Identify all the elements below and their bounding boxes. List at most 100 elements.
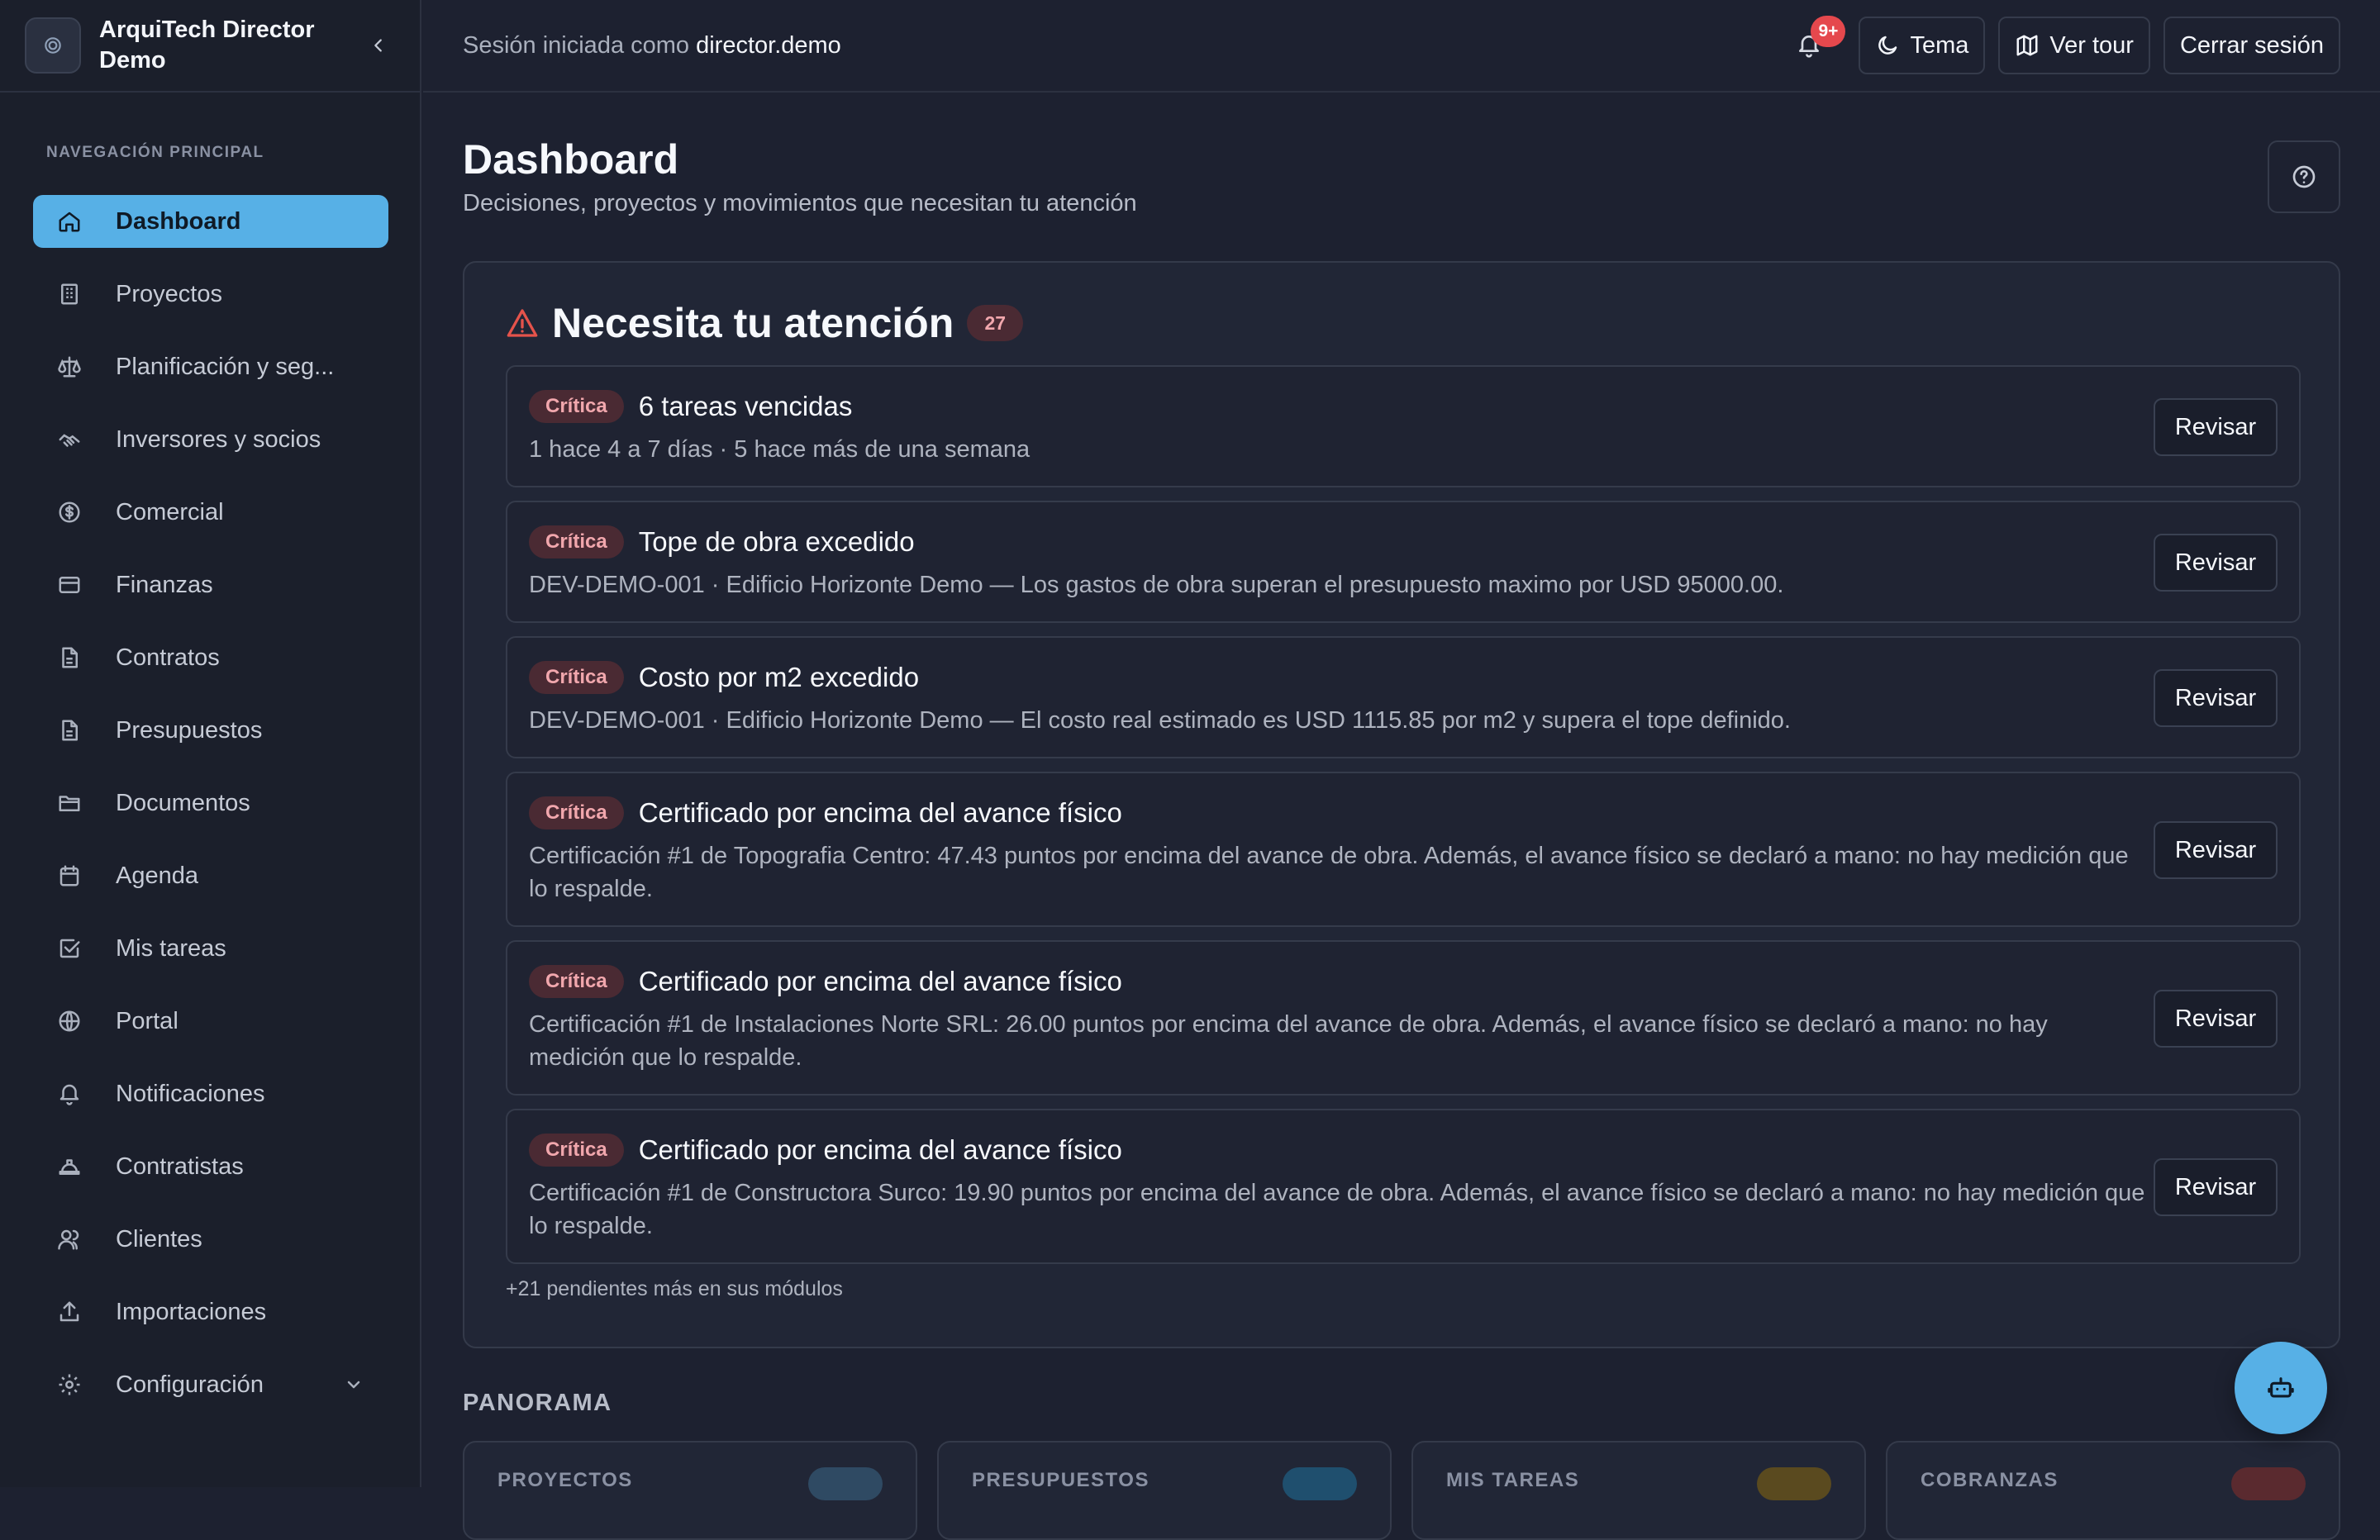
- brand-header: ArquiTech Director Demo: [0, 0, 420, 93]
- session-user: director.demo: [696, 31, 841, 59]
- sidebar-item-label: Documentos: [116, 789, 250, 816]
- main-navigation: Dashboard Proyectos Planificación y seg.…: [33, 195, 388, 1431]
- sidebar-item-planificacion[interactable]: Planificación y seg...: [33, 340, 388, 393]
- hard-hat-icon: [56, 1153, 83, 1180]
- alert-header: Crítica Certificado por encima del avanc…: [529, 796, 1122, 829]
- document-icon: [56, 644, 83, 671]
- attention-count-badge: 27: [967, 305, 1024, 341]
- sidebar-item-contratistas[interactable]: Contratistas: [33, 1140, 388, 1193]
- sidebar-item-proyectos[interactable]: Proyectos: [33, 268, 388, 321]
- alert-header: Crítica Certificado por encima del avanc…: [529, 1134, 1122, 1167]
- review-button[interactable]: Revisar: [2154, 1158, 2278, 1216]
- page-subtitle: Decisiones, proyectos y movimientos que …: [463, 190, 1137, 216]
- review-button[interactable]: Revisar: [2154, 534, 2278, 592]
- stat-card-mis-tareas[interactable]: MIS TAREAS: [1411, 1441, 1866, 1540]
- severity-badge: Crítica: [529, 965, 624, 998]
- sidebar-item-label: Dashboard: [116, 207, 241, 235]
- brand-logo-icon: [25, 17, 81, 74]
- notifications-badge: 9+: [1811, 16, 1846, 47]
- nav-section-title: NAVEGACIÓN PRINCIPAL: [46, 144, 264, 161]
- sidebar-item-label: Mis tareas: [116, 934, 226, 962]
- sidebar-item-mis-tareas[interactable]: Mis tareas: [33, 922, 388, 975]
- alert-description: Certificación #1 de Constructora Surco: …: [529, 1180, 2145, 1239]
- help-button[interactable]: [2268, 140, 2340, 213]
- alert-description: DEV-DEMO-001 · Edificio Horizonte Demo —…: [529, 707, 1791, 734]
- sidebar-item-configuracion[interactable]: Configuración: [33, 1358, 388, 1411]
- sidebar-item-comercial[interactable]: Comercial: [33, 486, 388, 539]
- credit-card-icon: [56, 572, 83, 598]
- sidebar-item-documentos[interactable]: Documentos: [33, 777, 388, 829]
- alert-header: Crítica Costo por m2 excedido: [529, 661, 919, 694]
- sidebar-item-presupuestos[interactable]: Presupuestos: [33, 704, 388, 757]
- alert-header: Crítica Tope de obra excedido: [529, 525, 915, 558]
- stat-card-icon: [1757, 1467, 1831, 1500]
- review-button[interactable]: Revisar: [2154, 398, 2278, 456]
- stat-card-label: MIS TAREAS: [1446, 1469, 1580, 1491]
- collapse-sidebar-button[interactable]: [362, 29, 395, 62]
- alert-description: DEV-DEMO-001 · Edificio Horizonte Demo —…: [529, 572, 1784, 598]
- chevron-left-icon: [374, 39, 382, 52]
- sidebar-item-label: Configuración: [116, 1371, 264, 1398]
- gear-icon: [56, 1371, 83, 1398]
- sidebar-item-finanzas[interactable]: Finanzas: [33, 558, 388, 611]
- alert-title: 6 tareas vencidas: [638, 391, 853, 421]
- review-button[interactable]: Revisar: [2154, 821, 2278, 879]
- top-actions: 9+ Tema Ver tour Cerrar sesión: [1784, 16, 2340, 74]
- sidebar-item-notificaciones[interactable]: Notificaciones: [33, 1067, 388, 1120]
- sidebar-item-importaciones[interactable]: Importaciones: [33, 1286, 388, 1338]
- sidebar-item-label: Inversores y socios: [116, 425, 321, 453]
- session-info: Sesión iniciada como director.demo: [463, 32, 841, 59]
- sidebar-item-label: Contratos: [116, 644, 220, 671]
- sidebar-item-dashboard[interactable]: Dashboard: [33, 195, 388, 248]
- alert-item: Crítica Certificado por encima del avanc…: [506, 1109, 2301, 1264]
- help-circle-icon: [2292, 165, 2316, 188]
- calendar-icon: [56, 863, 83, 889]
- review-button[interactable]: Revisar: [2154, 990, 2278, 1048]
- moon-icon: [1875, 33, 1900, 58]
- stat-card-icon: [2231, 1467, 2306, 1500]
- sidebar-item-label: Agenda: [116, 862, 198, 889]
- sidebar-item-label: Portal: [116, 1007, 178, 1034]
- severity-badge: Crítica: [529, 661, 624, 694]
- sidebar-item-portal[interactable]: Portal: [33, 995, 388, 1048]
- stat-card-label: PROYECTOS: [497, 1469, 633, 1491]
- theme-button[interactable]: Tema: [1859, 17, 1986, 74]
- severity-badge: Crítica: [529, 796, 624, 829]
- stat-card-presupuestos[interactable]: PRESUPUESTOS: [937, 1441, 1392, 1540]
- session-prefix: Sesión iniciada como: [463, 31, 690, 59]
- sidebar-item-label: Comercial: [116, 498, 224, 525]
- assistant-bot-button[interactable]: [2235, 1342, 2327, 1434]
- upload-icon: [56, 1299, 83, 1325]
- notifications-button[interactable]: 9+: [1784, 16, 1846, 70]
- stat-card-proyectos[interactable]: PROYECTOS: [463, 1441, 917, 1540]
- sidebar-item-inversores[interactable]: Inversores y socios: [33, 413, 388, 466]
- building-icon: [56, 281, 83, 307]
- alert-item: Crítica Certificado por encima del avanc…: [506, 940, 2301, 1096]
- alert-header: Crítica Certificado por encima del avanc…: [529, 965, 1122, 998]
- panorama-title: PANORAMA: [463, 1390, 612, 1416]
- sidebar-item-agenda[interactable]: Agenda: [33, 849, 388, 902]
- tour-button[interactable]: Ver tour: [1998, 17, 2150, 74]
- theme-label: Tema: [1910, 31, 1969, 59]
- sidebar-item-clientes[interactable]: Clientes: [33, 1213, 388, 1266]
- severity-badge: Crítica: [529, 390, 624, 423]
- sidebar-item-label: Contratistas: [116, 1153, 244, 1180]
- alert-description: 1 hace 4 a 7 días · 5 hace más de una se…: [529, 436, 1031, 463]
- folder-icon: [56, 790, 83, 816]
- document-icon: [56, 717, 83, 744]
- sidebar-item-contratos[interactable]: Contratos: [33, 631, 388, 684]
- dollar-circle-icon: [56, 499, 83, 525]
- attention-panel: Necesita tu atención 27 Crítica 6 tareas…: [463, 261, 2340, 1348]
- stat-card-cobranzas[interactable]: COBRANZAS: [1886, 1441, 2340, 1540]
- chevron-down-icon[interactable]: [344, 1375, 364, 1395]
- home-icon: [56, 208, 83, 235]
- logout-label: Cerrar sesión: [2179, 31, 2324, 59]
- alert-description: Certificación #1 de Instalaciones Norte …: [529, 1011, 2048, 1071]
- sidebar-item-label: Presupuestos: [116, 716, 263, 744]
- sidebar-item-label: Planificación y seg...: [116, 353, 335, 380]
- alert-title: Certificado por encima del avance físico: [638, 1134, 1122, 1165]
- bot-icon: [2268, 1377, 2294, 1398]
- review-button[interactable]: Revisar: [2154, 669, 2278, 727]
- alert-item: Crítica Certificado por encima del avanc…: [506, 772, 2301, 927]
- logout-button[interactable]: Cerrar sesión: [2163, 17, 2340, 74]
